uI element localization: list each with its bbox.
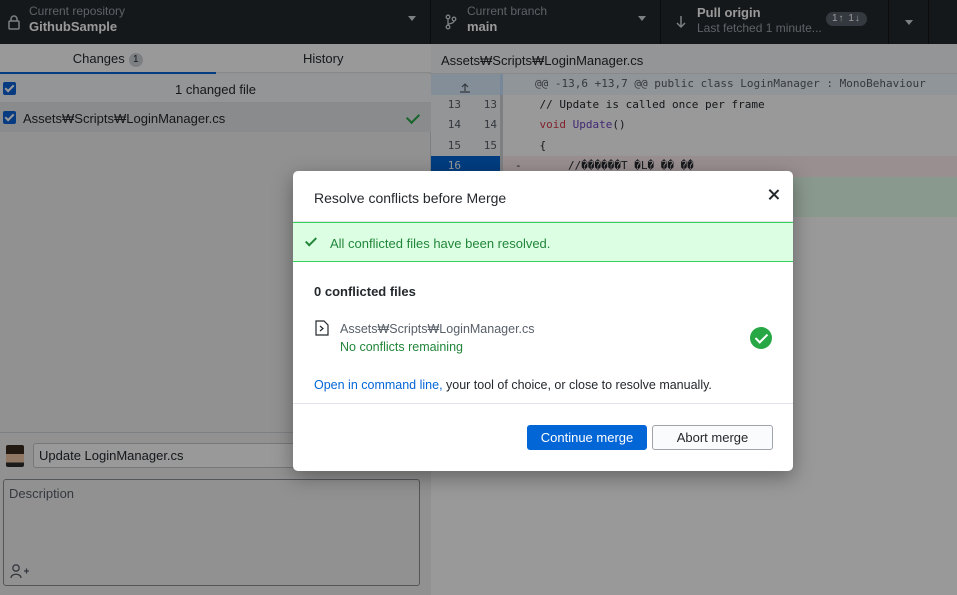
abort-merge-button[interactable]: Abort merge (652, 425, 773, 450)
dialog-title: Resolve conflicts before Merge (314, 190, 507, 206)
file-diff-icon (315, 320, 329, 336)
banner-text: All conflicted files have been resolved. (330, 236, 551, 251)
open-command-line-link[interactable]: Open in command line, (314, 378, 443, 392)
resolve-conflicts-dialog: Resolve conflicts before Merge All confl… (293, 171, 793, 471)
app-window: Current repository GithubSample Current … (0, 0, 957, 595)
continue-merge-button[interactable]: Continue merge (527, 425, 647, 450)
resolved-check-icon (750, 327, 772, 349)
conflicted-files-count: 0 conflicted files (314, 284, 416, 299)
conflict-file-status: No conflicts remaining (340, 340, 463, 354)
dialog-header: Resolve conflicts before Merge (293, 171, 793, 222)
manual-resolve-rest: your tool of choice, or close to resolve… (442, 378, 712, 392)
checkmark-icon (304, 234, 318, 247)
success-banner: All conflicted files have been resolved. (293, 222, 793, 262)
close-icon[interactable] (767, 188, 781, 202)
conflict-file-path: Assets₩Scripts₩LoginManager.cs (340, 322, 535, 336)
manual-resolve-text: Open in command line, your tool of choic… (314, 378, 712, 392)
dialog-body: 0 conflicted files Assets₩Scripts₩LoginM… (293, 262, 793, 404)
